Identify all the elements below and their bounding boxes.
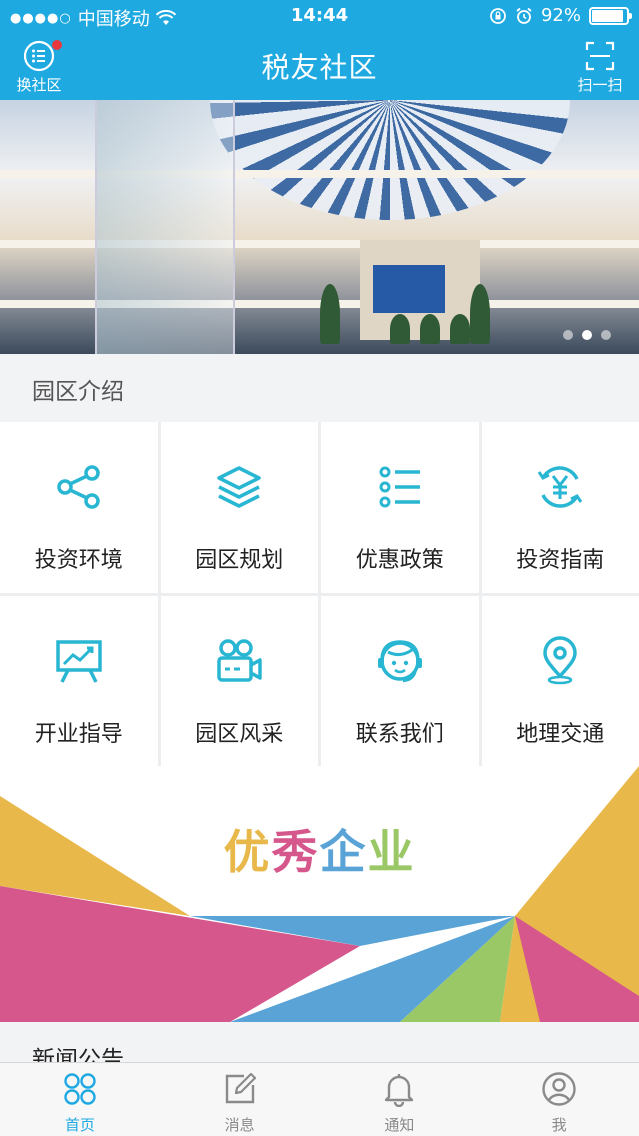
grid-item-label: 投资环境 [34, 548, 123, 573]
excellent-enterprises-banner[interactable]: 优秀企业 [0, 766, 639, 1022]
grid-item-contact-us[interactable]: 联系我们 [321, 596, 479, 767]
grid-item-label: 联系我们 [355, 722, 444, 747]
grid-item-geography-transport[interactable]: 地理交通 [481, 596, 639, 767]
carousel-dot[interactable] [563, 330, 573, 340]
promo-title-char: 企 [319, 825, 368, 879]
promo-title: 优秀企业 [0, 816, 639, 882]
promo-background-shapes [0, 766, 639, 1022]
video-camera-icon [217, 639, 262, 682]
grid-item-investment-environment[interactable]: 投资环境 [0, 422, 158, 593]
rotation-lock-icon [490, 7, 506, 24]
app-header: ●●●●○ 中国移动 14:44 92% 换社区 税友社区 扫一扫 [0, 0, 639, 100]
carousel-indicator [563, 330, 611, 340]
status-bar: ●●●●○ 中国移动 14:44 92% [0, 0, 639, 32]
banner-tree [450, 314, 470, 344]
tab-label: 通知 [384, 1116, 415, 1134]
edit-icon [225, 1072, 256, 1104]
carousel-dot-active[interactable] [582, 330, 592, 340]
tab-notifications[interactable]: 通知 [320, 1063, 480, 1136]
grid-item-investment-guide[interactable]: 投资指南 [481, 422, 639, 593]
page-title: 税友社区 [261, 51, 378, 84]
grid-item-park-showcase[interactable]: 园区风采 [160, 596, 318, 767]
banner-tree [420, 314, 440, 344]
section-title: 园区介绍 [32, 379, 124, 405]
list-icon [379, 466, 420, 508]
presentation-chart-icon [56, 640, 102, 683]
grid-item-business-guidance[interactable]: 开业指导 [0, 596, 158, 767]
banner-tree [320, 284, 340, 344]
battery-percent: 92% [540, 5, 581, 26]
grid-item-label: 投资指南 [516, 548, 605, 573]
scan-icon [585, 41, 615, 71]
carousel-dot[interactable] [601, 330, 611, 340]
grid-item-label: 地理交通 [516, 722, 605, 747]
yuan-exchange-icon [538, 466, 583, 508]
banner-dome-decoration [210, 100, 570, 220]
banner-tree [390, 314, 410, 344]
layers-icon [217, 466, 261, 508]
grid-item-preferential-policy[interactable]: 优惠政策 [321, 422, 479, 593]
grid-item-label: 优惠政策 [355, 548, 444, 573]
promo-title-char: 优 [223, 825, 272, 879]
bottom-tab-bar: 首页 消息 通知 我 [0, 1062, 639, 1136]
grid-item-label: 园区规划 [195, 548, 284, 573]
scan-button[interactable]: 扫一扫 [565, 40, 635, 95]
tab-label: 首页 [64, 1116, 95, 1134]
tab-me[interactable]: 我 [479, 1063, 639, 1136]
alarm-icon [516, 7, 532, 24]
tab-home[interactable]: 首页 [0, 1063, 160, 1136]
tab-messages[interactable]: 消息 [160, 1063, 320, 1136]
scan-label: 扫一扫 [577, 76, 623, 94]
promo-title-char: 业 [367, 825, 416, 879]
grid-item-label: 园区风采 [195, 722, 284, 747]
banner-display-screen [373, 265, 445, 313]
grid-item-park-planning[interactable]: 园区规划 [160, 422, 318, 593]
grid-item-label: 开业指导 [34, 722, 123, 747]
share-icon [57, 465, 100, 509]
location-pin-icon [543, 636, 577, 685]
banner-tree [470, 284, 490, 344]
feature-grid: 投资环境 园区规划 优惠政策 投资指南 开业指导 园区风采 联系我们 地理交通 [0, 422, 639, 767]
banner-carousel[interactable] [0, 100, 639, 354]
banner-elevator-shaft [95, 100, 235, 354]
bell-icon [385, 1074, 414, 1107]
tab-label: 消息 [224, 1116, 255, 1134]
tab-label: 我 [551, 1116, 567, 1134]
user-icon [542, 1072, 576, 1106]
promo-title-char: 秀 [271, 825, 320, 879]
home-grid-icon [64, 1073, 96, 1105]
battery-icon [589, 6, 632, 25]
customer-service-icon [377, 640, 422, 683]
